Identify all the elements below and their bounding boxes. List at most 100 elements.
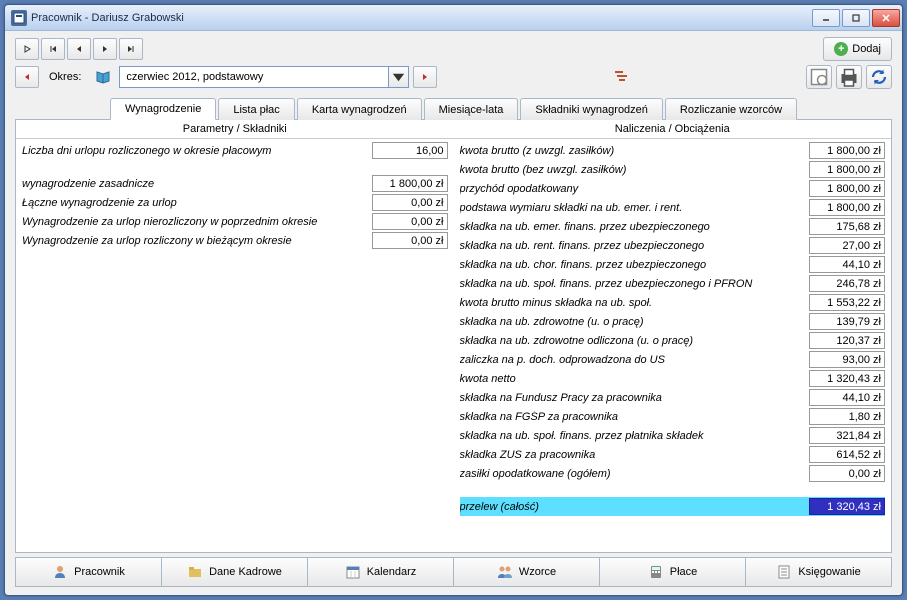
right-label: przychód opodatkowany	[460, 183, 810, 195]
right-value[interactable]: 614,52 zł	[809, 446, 885, 463]
bottom-button-2[interactable]: Kalendarz	[308, 557, 454, 587]
bottom-bar: Pracownik Dane Kadrowe Kalendarz Wzorce Płac…	[15, 557, 892, 587]
right-label: przelew (całość)	[460, 501, 810, 513]
right-label: składka na FGŚP za pracownika	[460, 411, 810, 423]
left-row-2: wynagrodzenie zasadnicze1 800,00 zł	[22, 174, 448, 193]
add-button[interactable]: + Dodaj	[823, 37, 892, 61]
right-row-11: zaliczka na p. doch. odprowadzona do US9…	[460, 350, 886, 369]
right-label: składka ZUS za pracownika	[460, 449, 810, 461]
right-value[interactable]: 1 320,43 zł	[809, 498, 885, 515]
app-icon	[11, 10, 27, 26]
right-row-14: składka na FGŚP za pracownika1,80 zł	[460, 407, 886, 426]
right-value[interactable]: 175,68 zł	[809, 218, 885, 235]
tab-bar: WynagrodzenieLista płacKarta wynagrodzeń…	[5, 97, 902, 119]
maximize-button[interactable]	[842, 9, 870, 27]
print-button[interactable]	[836, 65, 862, 89]
right-label: kwota brutto (z uwzgl. zasiłków)	[460, 145, 810, 157]
right-value[interactable]: 120,37 zł	[809, 332, 885, 349]
right-value[interactable]: 1 800,00 zł	[809, 161, 885, 178]
right-value[interactable]: 321,84 zł	[809, 427, 885, 444]
tab-1[interactable]: Lista płac	[218, 98, 294, 120]
right-value[interactable]: 1 553,22 zł	[809, 294, 885, 311]
left-row-0: Liczba dni urlopu rozliczonego w okresie…	[22, 141, 448, 160]
left-value[interactable]: 0,00 zł	[372, 194, 448, 211]
right-value[interactable]: 1 800,00 zł	[809, 199, 885, 216]
nav-last-button[interactable]	[119, 38, 143, 60]
left-label: Łączne wynagrodzenie za urlop	[22, 197, 372, 209]
nav-play-button[interactable]	[15, 38, 39, 60]
right-value[interactable]: 44,10 zł	[809, 389, 885, 406]
doc-icon	[776, 564, 792, 580]
left-value[interactable]: 0,00 zł	[372, 232, 448, 249]
right-row-1: kwota brutto (bez uwzgl. zasiłków)1 800,…	[460, 160, 886, 179]
period-prev-button[interactable]	[15, 66, 39, 88]
book-icon[interactable]	[95, 69, 111, 85]
right-header: Naliczenia / Obciążenia	[454, 120, 892, 139]
close-button[interactable]	[872, 9, 900, 27]
right-row-6: składka na ub. chor. finans. przez ubezp…	[460, 255, 886, 274]
right-row-13: składka na Fundusz Pracy za pracownika44…	[460, 388, 886, 407]
right-label: składka na Fundusz Pracy za pracownika	[460, 392, 810, 404]
left-value[interactable]: 0,00 zł	[372, 213, 448, 230]
right-row-8: kwota brutto minus składka na ub. społ.1…	[460, 293, 886, 312]
person-icon	[52, 564, 68, 580]
right-row-16: składka ZUS za pracownika614,52 zł	[460, 445, 886, 464]
right-value[interactable]: 0,00 zł	[809, 465, 885, 482]
gantt-icon[interactable]	[613, 68, 631, 86]
nav-next-button[interactable]	[93, 38, 117, 60]
preview-button[interactable]	[806, 65, 832, 89]
right-label: składka na ub. zdrowotne (u. o pracę)	[460, 316, 810, 328]
right-row-0: kwota brutto (z uwzgl. zasiłków)1 800,00…	[460, 141, 886, 160]
right-value[interactable]: 1 320,43 zł	[809, 370, 885, 387]
left-label: Wynagrodzenie za urlop rozliczony w bież…	[22, 235, 372, 247]
tab-0[interactable]: Wynagrodzenie	[110, 98, 216, 120]
plus-icon: +	[834, 42, 848, 56]
left-value[interactable]: 16,00	[372, 142, 448, 159]
nav-first-button[interactable]	[41, 38, 65, 60]
right-value[interactable]: 44,10 zł	[809, 256, 885, 273]
nav-prev-button[interactable]	[67, 38, 91, 60]
calendar-icon	[345, 564, 361, 580]
right-label: kwota netto	[460, 373, 810, 385]
minimize-button[interactable]	[812, 9, 840, 27]
add-label: Dodaj	[852, 43, 881, 55]
bottom-button-3[interactable]: Wzorce	[454, 557, 600, 587]
left-label: wynagrodzenie zasadnicze	[22, 178, 372, 190]
bottom-button-1[interactable]: Dane Kadrowe	[162, 557, 308, 587]
people-icon	[497, 564, 513, 580]
bottom-button-0[interactable]: Pracownik	[15, 557, 162, 587]
period-input[interactable]	[119, 66, 389, 88]
refresh-button[interactable]	[866, 65, 892, 89]
bottom-button-4[interactable]: Płace	[600, 557, 746, 587]
right-label: składka na ub. zdrowotne odliczona (u. o…	[460, 335, 810, 347]
tab-3[interactable]: Miesiące-lata	[424, 98, 519, 120]
right-row-15: składka na ub. społ. finans. przez płatn…	[460, 426, 886, 445]
right-row-4: składka na ub. emer. finans. przez ubezp…	[460, 217, 886, 236]
content-area: Parametry / Składniki Liczba dni urlopu …	[15, 119, 892, 553]
right-row-12: kwota netto1 320,43 zł	[460, 369, 886, 388]
left-header: Parametry / Składniki	[16, 120, 454, 139]
right-value[interactable]: 246,78 zł	[809, 275, 885, 292]
tab-2[interactable]: Karta wynagrodzeń	[297, 98, 422, 120]
tab-4[interactable]: Składniki wynagrodzeń	[520, 98, 663, 120]
period-next-button[interactable]	[413, 66, 437, 88]
bottom-label: Wzorce	[519, 566, 556, 578]
right-value[interactable]: 1 800,00 zł	[809, 180, 885, 197]
right-value[interactable]: 1,80 zł	[809, 408, 885, 425]
right-value[interactable]: 27,00 zł	[809, 237, 885, 254]
right-value[interactable]: 139,79 zł	[809, 313, 885, 330]
window-title: Pracownik - Dariusz Grabowski	[31, 12, 812, 24]
left-value[interactable]: 1 800,00 zł	[372, 175, 448, 192]
toolbar: + Dodaj Okres:	[5, 31, 902, 93]
bottom-label: Dane Kadrowe	[209, 566, 282, 578]
titlebar[interactable]: Pracownik - Dariusz Grabowski	[5, 5, 902, 31]
right-value[interactable]: 1 800,00 zł	[809, 142, 885, 159]
bottom-button-5[interactable]: Księgowanie	[746, 557, 892, 587]
right-row-5: składka na ub. rent. finans. przez ubezp…	[460, 236, 886, 255]
right-row-3: podstawa wymiaru składki na ub. emer. i …	[460, 198, 886, 217]
period-dropdown-button[interactable]	[389, 66, 409, 88]
tab-5[interactable]: Rozliczanie wzorców	[665, 98, 797, 120]
right-value[interactable]: 93,00 zł	[809, 351, 885, 368]
employee-window: Pracownik - Dariusz Grabowski + Dodaj Ok…	[4, 4, 903, 596]
folder-icon	[187, 564, 203, 580]
